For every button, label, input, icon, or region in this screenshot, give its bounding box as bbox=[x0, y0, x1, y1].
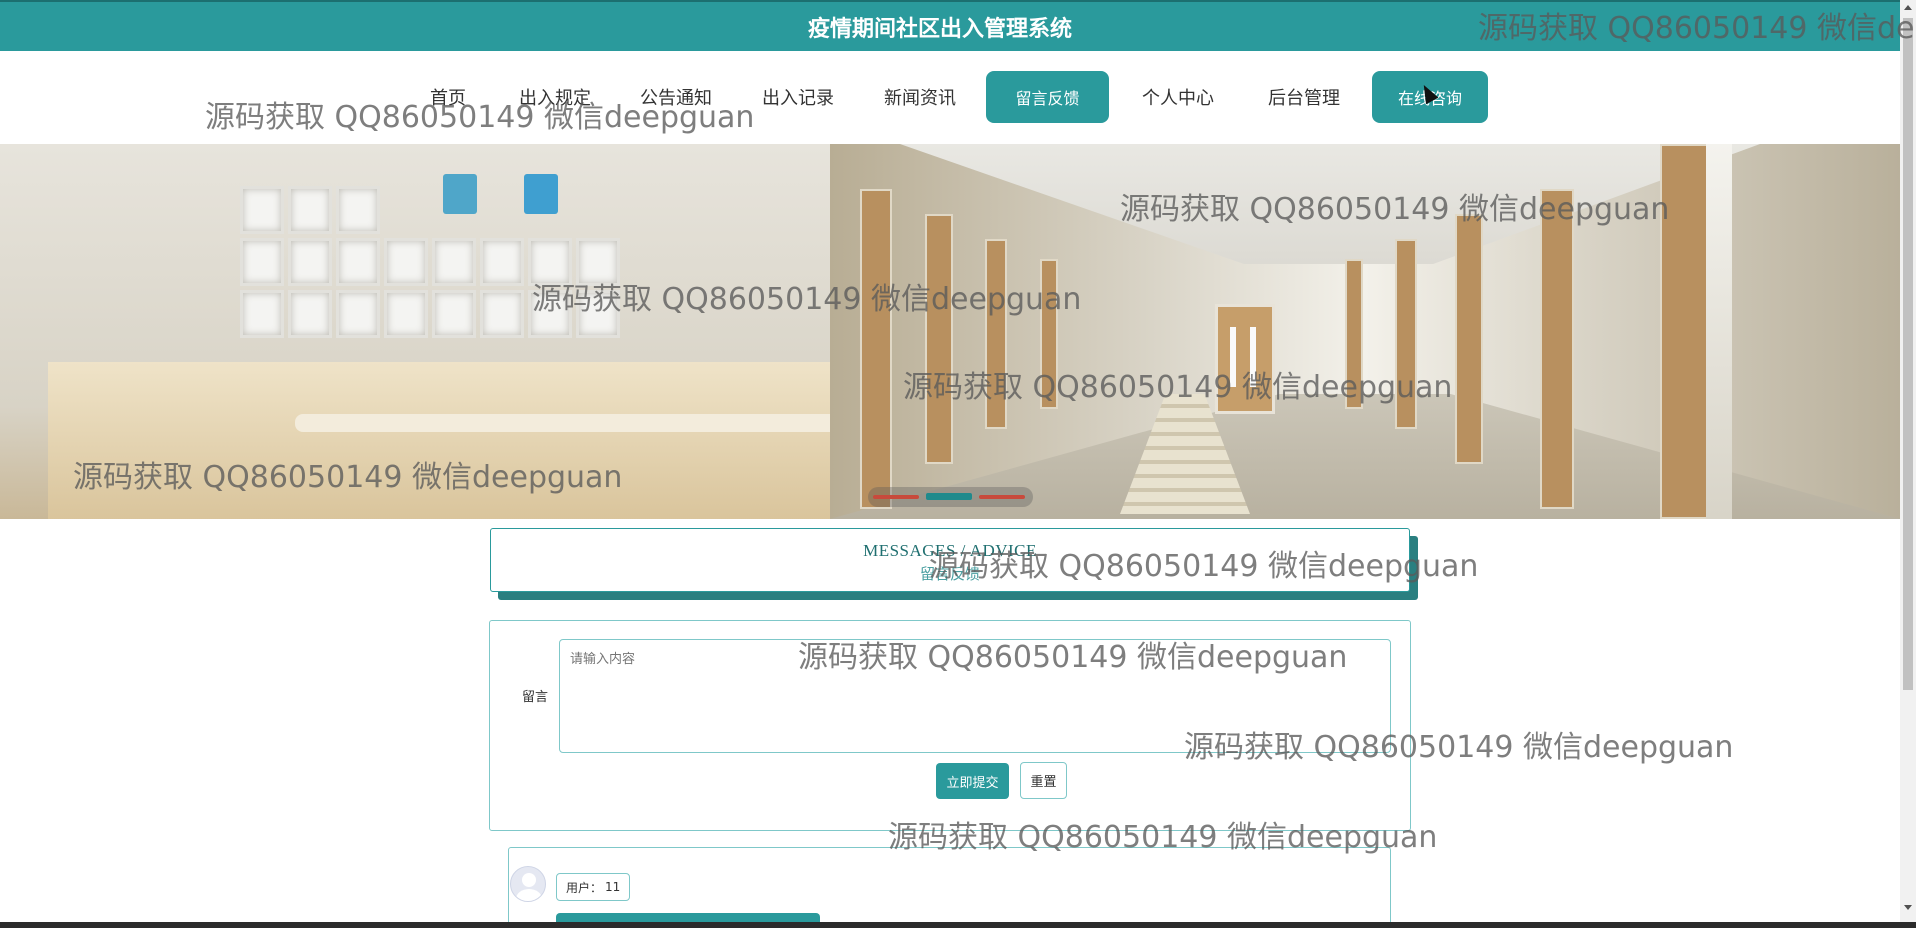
message-input[interactable] bbox=[559, 639, 1391, 753]
feedback-form: 留言 立即提交 重置 bbox=[489, 620, 1411, 831]
reset-button[interactable]: 重置 bbox=[1020, 762, 1067, 799]
message-label: 留言 bbox=[522, 690, 549, 705]
nav-item-entry-records[interactable]: 出入记录 bbox=[758, 71, 838, 123]
app-header: 疫情期间社区出入管理系统 bbox=[0, 0, 1900, 51]
section-title-cn: 留言反馈 bbox=[919, 565, 980, 583]
banner-carousel[interactable] bbox=[0, 144, 1900, 519]
scrollbar-thumb[interactable] bbox=[1903, 18, 1913, 690]
message-list-item: 用户： 11 bbox=[508, 847, 1391, 928]
message-user-tag: 用户： 11 bbox=[556, 873, 631, 901]
section-header: MESSAGES / ADVICE 留言反馈 bbox=[490, 528, 1410, 592]
nav-item-news[interactable]: 新闻资讯 bbox=[879, 71, 961, 123]
carousel-indicators bbox=[868, 487, 1033, 507]
submit-button[interactable]: 立即提交 bbox=[936, 763, 1009, 799]
nav-item-profile[interactable]: 个人中心 bbox=[1137, 71, 1219, 123]
nav-item-admin[interactable]: 后台管理 bbox=[1263, 71, 1345, 123]
window-bottom-edge bbox=[0, 922, 1916, 928]
section-title-en: MESSAGES / ADVICE bbox=[863, 541, 1037, 560]
carousel-dot-2[interactable] bbox=[926, 493, 972, 500]
user-avatar-icon bbox=[510, 866, 546, 902]
scroll-up-icon[interactable] bbox=[1904, 5, 1912, 10]
message-user-prefix: 用户： bbox=[566, 880, 603, 895]
banner-desk bbox=[48, 362, 838, 519]
carousel-dot-1[interactable] bbox=[873, 495, 919, 499]
carousel-dot-3[interactable] bbox=[979, 495, 1025, 499]
scroll-down-icon[interactable] bbox=[1904, 905, 1912, 910]
nav-item-home[interactable]: 首页 bbox=[425, 71, 471, 123]
nav-item-feedback[interactable]: 留言反馈 bbox=[986, 71, 1109, 123]
page-scrollbar[interactable] bbox=[1900, 0, 1916, 922]
banner-end-door bbox=[1215, 304, 1275, 414]
message-user-name: 11 bbox=[605, 880, 621, 894]
main-nav: 首页 出入规定 公告通知 出入记录 新闻资讯 留言反馈 个人中心 后台管理 在线… bbox=[0, 51, 1900, 144]
nav-item-entry-rules[interactable]: 出入规定 bbox=[516, 71, 594, 123]
app-title: 疫情期间社区出入管理系统 bbox=[807, 16, 1072, 42]
nav-item-notices[interactable]: 公告通知 bbox=[636, 71, 716, 123]
